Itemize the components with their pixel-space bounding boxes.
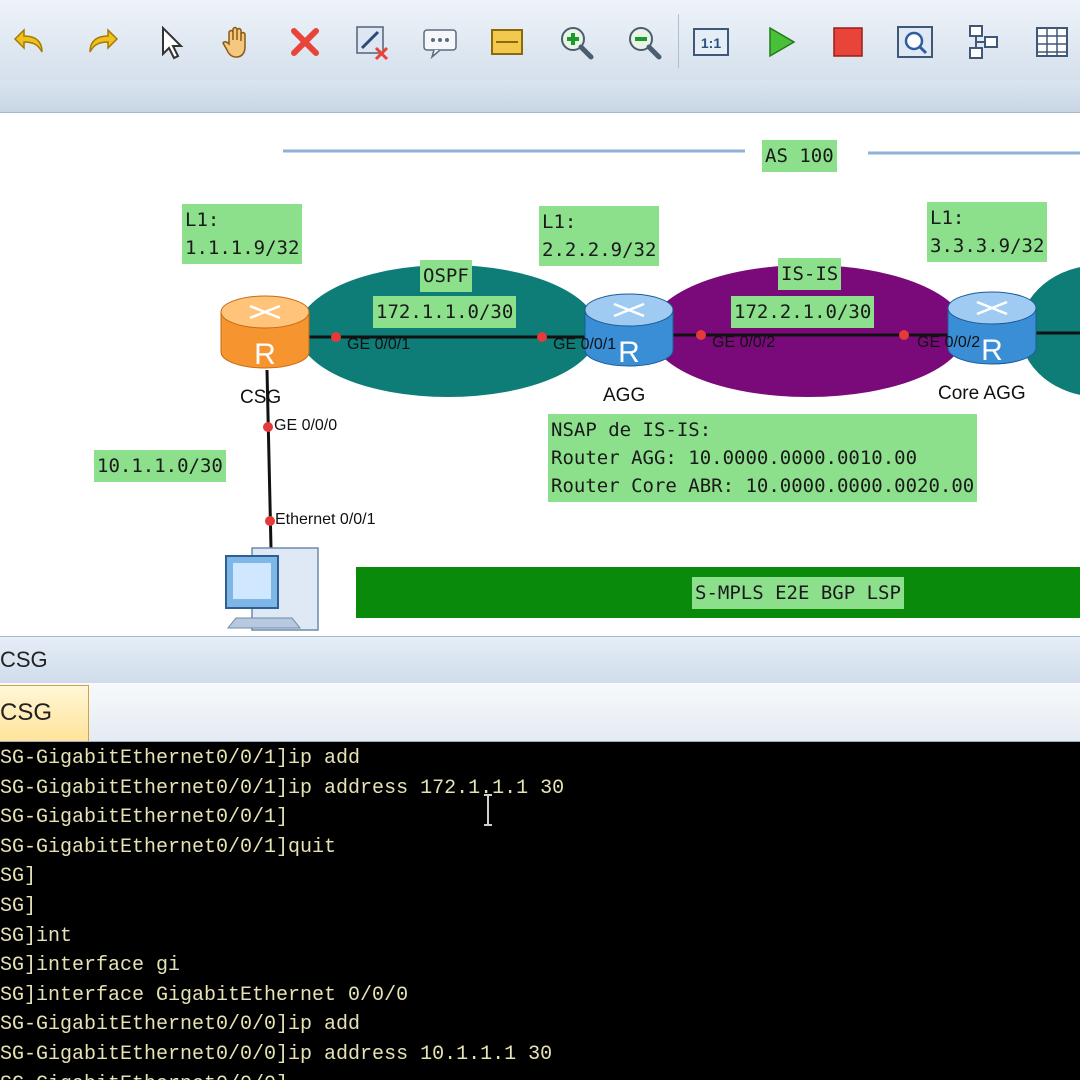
csg-loopback-note[interactable]: L1: 1.1.1.9/32 <box>182 204 303 264</box>
lsp-banner-label[interactable]: S-MPLS E2E BGP LSP <box>692 577 904 609</box>
ospf-subnet-label[interactable]: 172.1.1.0/30 <box>373 296 517 328</box>
port-dot <box>331 332 341 342</box>
nsap-note[interactable]: NSAP de IS-IS: Router AGG: 10.0000.0000.… <box>548 414 978 502</box>
ospf-area-label[interactable]: OSPF <box>420 260 472 292</box>
terminal-line: SG-GigabitEthernet0/0/0]ip add <box>0 1013 361 1037</box>
pc-subnet-note[interactable]: 10.1.1.0/30 <box>94 450 226 482</box>
pc-port-label: Ethernet 0/0/1 <box>275 511 376 528</box>
grid-icon[interactable] <box>1032 22 1072 62</box>
terminal-console[interactable]: SG-GigabitEthernet0/0/1]ip add SG-Gigabit… <box>0 742 1080 1080</box>
terminal-line: SG-GigabitEthernet0/0/0] <box>0 1070 288 1080</box>
port-dot <box>537 332 547 342</box>
terminal-line: SG]interface gi <box>0 954 181 978</box>
terminal-line: SG]int <box>0 924 73 948</box>
fit-view-icon[interactable]: 1:1 <box>691 22 731 62</box>
port-dot <box>696 330 706 340</box>
zoom-out-icon[interactable] <box>624 22 664 62</box>
topology-drawing: R R R <box>220 149 1080 631</box>
console-panel-title: CSG <box>0 647 48 672</box>
terminal-line: SG]interface GigabitEthernet 0/0/0 <box>0 983 409 1007</box>
svg-text:R: R <box>981 334 1003 367</box>
terminal-line: SG] <box>0 865 37 889</box>
console-panel-header: CSG <box>0 636 1080 684</box>
terminal-line: SG-GigabitEthernet0/0/0]ip address 10.1.… <box>0 1043 553 1066</box>
zoom-in-icon[interactable] <box>556 22 596 62</box>
terminal-line: SG-GigabitEthernet0/0/1]ip add <box>0 747 361 770</box>
as-label[interactable]: AS 100 <box>762 140 837 172</box>
core-agg-router-icon: R <box>947 291 1037 367</box>
terminal-line: SG-GigabitEthernet0/0/1] <box>0 806 289 830</box>
text-cursor-icon <box>484 794 492 826</box>
text-note-icon[interactable] <box>420 22 460 62</box>
agg-port-label: GE 0/0/2 <box>712 334 776 351</box>
rectangle-icon[interactable] <box>487 22 527 62</box>
undo-icon[interactable] <box>12 22 52 62</box>
terminal-line: SG-GigabitEthernet0/0/1]ip address 172.1… <box>0 776 565 800</box>
stop-icon[interactable] <box>828 22 868 62</box>
svg-text:R: R <box>618 336 640 369</box>
port-dot <box>899 330 909 340</box>
toolbar-lower-strip <box>0 80 1080 113</box>
isis-area-label[interactable]: IS-IS <box>778 258 842 290</box>
pointer-icon[interactable] <box>150 22 190 62</box>
port-dot <box>263 422 273 432</box>
terminal-line: SG-GigabitEthernet0/0/1]quit <box>0 835 337 859</box>
csg-router-icon: R <box>220 295 310 371</box>
topology-canvas[interactable]: R R R AS 100 L1: 1.1.1.9/32 L1: 2.2.2.9/… <box>0 113 1080 635</box>
core-loopback-note[interactable]: L1: 3.3.3.9/32 <box>927 202 1048 262</box>
terminal-line: SG] <box>0 895 37 918</box>
port-dot <box>265 516 275 526</box>
agg-device-name: AGG <box>603 385 646 406</box>
capture-icon[interactable] <box>895 22 935 62</box>
toolbar: 1:1 <box>0 0 1080 81</box>
delete-icon[interactable] <box>285 22 325 62</box>
agg-port-label: GE 0/0/1 <box>553 336 617 353</box>
csg-port-label: GE 0/0/0 <box>274 417 338 434</box>
pc-icon <box>225 547 319 631</box>
isis-subnet-label[interactable]: 172.2.1.0/30 <box>731 296 875 328</box>
hand-icon[interactable] <box>217 22 257 62</box>
toolbar-separator <box>678 14 679 68</box>
core-port-label: GE 0/0/2 <box>917 334 981 351</box>
tab-csg-label: CSG <box>0 699 53 726</box>
redo-icon[interactable] <box>80 22 120 62</box>
agg-loopback-note[interactable]: L1: 2.2.2.9/32 <box>539 206 660 266</box>
start-icon[interactable] <box>760 22 800 62</box>
svg-text:1:1: 1:1 <box>701 35 721 51</box>
svg-text:R: R <box>254 338 276 371</box>
delete-link-icon[interactable] <box>352 22 392 62</box>
topology-icon[interactable] <box>963 22 1003 62</box>
console-tab-bar: CSG <box>0 683 1080 742</box>
core-agg-device-name: Core AGG <box>938 383 1026 404</box>
agg-router-icon: R <box>584 293 674 369</box>
csg-device-name: CSG <box>240 387 282 408</box>
tab-csg[interactable]: CSG <box>0 685 89 741</box>
csg-port-label: GE 0/0/1 <box>347 336 411 353</box>
